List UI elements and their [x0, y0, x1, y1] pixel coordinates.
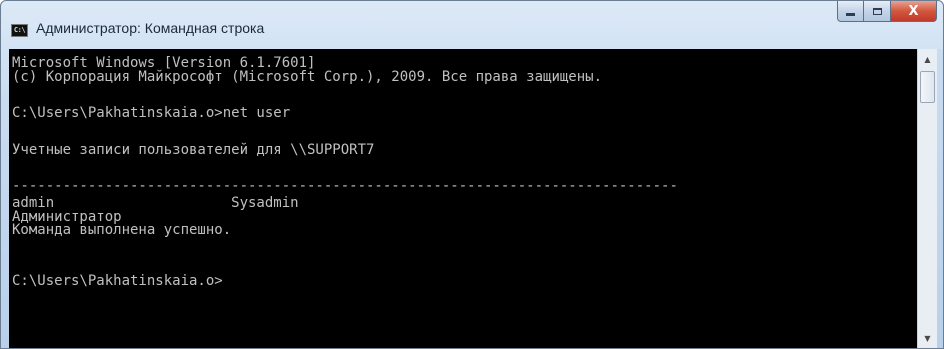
vertical-scrollbar[interactable]: ▲ ▼ [917, 49, 937, 348]
scroll-up-icon[interactable]: ▲ [918, 51, 937, 69]
window-controls: X [837, 1, 937, 22]
scroll-down-icon[interactable]: ▼ [918, 330, 937, 348]
console-line: admin Sysadmin [12, 195, 299, 211]
maximize-icon [872, 7, 882, 15]
console-prompt: C:\Users\Pakhatinskaia.o> [12, 273, 223, 289]
minimize-icon [846, 12, 855, 16]
command-prompt-icon[interactable]: C:\ [11, 24, 28, 37]
command-prompt-window: C:\ Администратор: Командная строка X Mi… [0, 0, 944, 349]
minimize-button[interactable] [837, 1, 864, 22]
console-line: Учетные записи пользователей для \\SUPPO… [12, 142, 375, 158]
console-line: C:\Users\Pakhatinskaia.o>net user [12, 105, 291, 121]
console-line: Команда выполнена успешно. [12, 222, 232, 238]
console-line: Microsoft Windows [Version 6.1.7601] [12, 55, 316, 71]
maximize-button[interactable] [864, 1, 891, 22]
window-frame-right [937, 49, 943, 348]
console-output[interactable]: Microsoft Windows [Version 6.1.7601] (c)… [9, 49, 917, 348]
close-button[interactable]: X [891, 1, 937, 22]
window-title: Администратор: Командная строка [36, 20, 265, 36]
title-bar[interactable]: C:\ Администратор: Командная строка X [1, 1, 943, 49]
console-line: (c) Корпорация Майкрософт (Microsoft Cor… [12, 69, 603, 85]
close-icon: X [908, 3, 919, 19]
console-separator: ----------------------------------------… [12, 178, 678, 194]
scrollbar-thumb[interactable] [920, 71, 935, 103]
